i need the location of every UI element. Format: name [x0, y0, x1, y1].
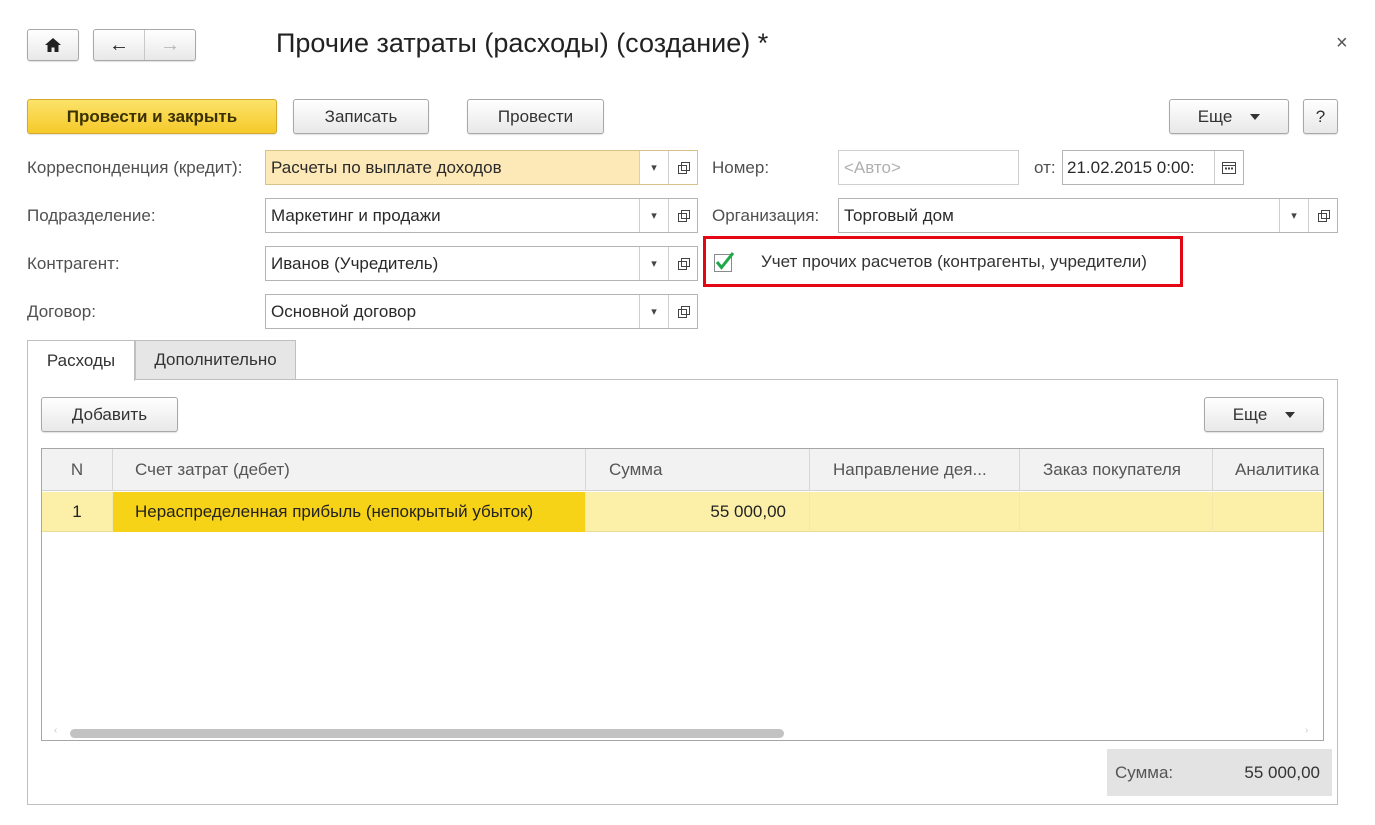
- total-label: Сумма:: [1115, 762, 1174, 782]
- back-button[interactable]: ←: [94, 30, 145, 60]
- cell-analytics[interactable]: [1213, 492, 1323, 532]
- home-icon: [45, 38, 61, 52]
- counterparty-label: Контрагент:: [27, 254, 120, 273]
- number-label: Номер:: [712, 158, 770, 177]
- other-settlements-label[interactable]: Учет прочих расчетов (контрагенты, учред…: [761, 252, 1147, 272]
- checkmark-icon: [714, 252, 735, 272]
- cell-n[interactable]: 1: [42, 492, 113, 532]
- open-window-icon: [1317, 210, 1330, 222]
- column-header-amount[interactable]: Сумма: [586, 449, 810, 491]
- open-window-icon: [677, 306, 690, 318]
- counterparty-value: Иванов (Учредитель): [271, 253, 439, 273]
- expenses-table: N Счет затрат (дебет) Сумма Направление …: [41, 448, 1324, 741]
- department-label: Подразделение:: [27, 206, 156, 225]
- column-header-analytics[interactable]: Аналитика: [1213, 449, 1323, 491]
- dropdown-arrow-icon: ▾: [651, 306, 657, 318]
- cell-order[interactable]: [1020, 492, 1213, 532]
- dropdown-arrow-icon: [1285, 411, 1296, 418]
- scroll-right-icon[interactable]: ›: [1305, 725, 1308, 736]
- correspondence-dropdown-button[interactable]: ▾: [639, 151, 668, 184]
- cell-amount[interactable]: 55 000,00: [586, 492, 810, 532]
- counterparty-field[interactable]: Иванов (Учредитель) ▾: [265, 246, 698, 281]
- arrow-left-icon: ←: [109, 33, 129, 56]
- table-more-label: Еще: [1232, 404, 1268, 424]
- arrow-right-icon: →: [160, 33, 180, 56]
- date-field[interactable]: 21.02.2015 0:00:: [1062, 150, 1244, 185]
- total-amount-box: Сумма: 55 000,00: [1107, 749, 1332, 796]
- department-value: Маркетинг и продажи: [271, 205, 441, 225]
- counterparty-dropdown-button[interactable]: ▾: [639, 247, 668, 280]
- cell-direction[interactable]: [810, 492, 1020, 532]
- save-button[interactable]: Записать: [293, 99, 429, 134]
- tab-expenses[interactable]: Расходы: [27, 340, 135, 381]
- total-value: 55 000,00: [1244, 762, 1320, 782]
- open-window-icon: [677, 210, 690, 222]
- table-header: N Счет затрат (дебет) Сумма Направление …: [42, 449, 1323, 491]
- contract-dropdown-button[interactable]: ▾: [639, 295, 668, 328]
- home-button[interactable]: [27, 29, 79, 61]
- history-nav: ← →: [93, 29, 196, 61]
- correspondence-open-button[interactable]: [668, 151, 697, 184]
- contract-field[interactable]: Основной договор ▾: [265, 294, 698, 329]
- cell-account[interactable]: Нераспределенная прибыль (непокрытый убы…: [113, 492, 586, 532]
- department-open-button[interactable]: [668, 199, 697, 232]
- department-dropdown-button[interactable]: ▾: [639, 199, 668, 232]
- table-more-button[interactable]: Еще: [1204, 397, 1324, 432]
- post-and-close-button[interactable]: Провести и закрыть: [27, 99, 277, 134]
- forward-button[interactable]: →: [145, 30, 195, 60]
- department-field[interactable]: Маркетинг и продажи ▾: [265, 198, 698, 233]
- more-actions-button[interactable]: Еще: [1169, 99, 1289, 134]
- page-title: Прочие затраты (расходы) (создание) *: [276, 28, 769, 58]
- contract-value: Основной договор: [271, 301, 417, 321]
- number-field[interactable]: <Авто>: [838, 150, 1019, 185]
- counterparty-open-button[interactable]: [668, 247, 697, 280]
- column-header-account[interactable]: Счет затрат (дебет): [113, 449, 586, 491]
- correspondence-label: Корреспонденция (кредит):: [27, 158, 243, 177]
- contract-label: Договор:: [27, 302, 96, 321]
- more-actions-label: Еще: [1197, 106, 1233, 126]
- number-value: <Авто>: [844, 157, 901, 177]
- organization-open-button[interactable]: [1308, 199, 1337, 232]
- column-header-direction[interactable]: Направление дея...: [810, 449, 1020, 491]
- open-window-icon: [677, 162, 690, 174]
- open-window-icon: [677, 258, 690, 270]
- add-row-button[interactable]: Добавить: [41, 397, 178, 432]
- table-row[interactable]: 1 Нераспределенная прибыль (непокрытый у…: [42, 492, 1323, 532]
- date-label: от:: [1034, 158, 1056, 177]
- correspondence-value: Расчеты по выплате доходов: [266, 151, 639, 184]
- close-icon[interactable]: ×: [1336, 32, 1348, 55]
- organization-value: Торговый дом: [844, 205, 954, 225]
- help-button[interactable]: ?: [1303, 99, 1338, 134]
- dropdown-arrow-icon: ▾: [1291, 210, 1297, 222]
- dropdown-arrow-icon: [1250, 113, 1261, 120]
- other-settlements-checkbox[interactable]: [713, 251, 735, 273]
- scroll-left-icon[interactable]: ‹: [54, 725, 57, 736]
- column-header-n[interactable]: N: [42, 449, 113, 491]
- calendar-button[interactable]: [1214, 151, 1243, 184]
- dropdown-arrow-icon: ▾: [651, 162, 657, 174]
- tab-additional[interactable]: Дополнительно: [135, 340, 296, 379]
- dropdown-arrow-icon: ▾: [651, 258, 657, 270]
- horizontal-scrollbar[interactable]: ‹ ›: [42, 724, 1323, 740]
- organization-dropdown-button[interactable]: ▾: [1279, 199, 1308, 232]
- column-header-order[interactable]: Заказ покупателя: [1020, 449, 1213, 491]
- dropdown-arrow-icon: ▾: [651, 210, 657, 222]
- organization-label: Организация:: [712, 206, 820, 225]
- organization-field[interactable]: Торговый дом ▾: [838, 198, 1338, 233]
- calendar-icon: [1222, 161, 1236, 174]
- contract-open-button[interactable]: [668, 295, 697, 328]
- scrollbar-thumb[interactable]: [70, 729, 784, 738]
- date-value: 21.02.2015 0:00:: [1067, 157, 1195, 177]
- post-button[interactable]: Провести: [467, 99, 604, 134]
- correspondence-field[interactable]: Расчеты по выплате доходов ▾: [265, 150, 698, 185]
